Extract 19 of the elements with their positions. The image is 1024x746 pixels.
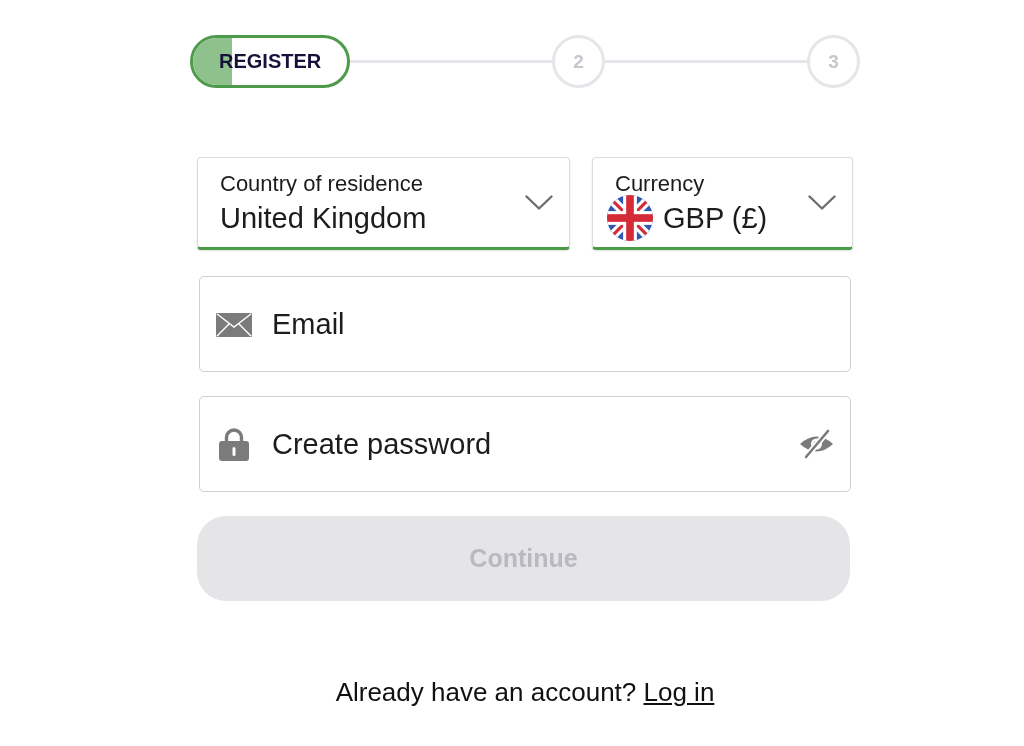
step-indicator: 2 — [552, 35, 606, 88]
eye-slash-icon[interactable] — [799, 428, 834, 460]
login-link[interactable]: Log in — [643, 677, 715, 707]
country-dropdown[interactable]: Country of residence United Kingdom — [197, 157, 570, 250]
dropdown-value: GBP (£) — [663, 200, 768, 236]
chevron-down-icon — [808, 195, 836, 210]
chevron-down-icon — [525, 195, 553, 210]
dropdown-label: Currency — [615, 169, 705, 197]
padlock-icon — [219, 427, 249, 461]
uk-flag-icon — [607, 195, 653, 241]
step-indicator: 3 — [807, 35, 860, 88]
email-field[interactable]: Email — [199, 276, 851, 372]
password-field[interactable]: Create password — [199, 396, 851, 492]
step-label: REGISTER — [219, 50, 322, 73]
login-prompt: Already have an account? Log in — [335, 677, 715, 707]
envelope-icon — [216, 313, 252, 337]
currency-dropdown[interactable]: Currency GBP (£) — [592, 157, 853, 250]
dropdown-value: United Kingdom — [220, 200, 427, 236]
dropdown-label: Country of residence — [220, 169, 423, 197]
